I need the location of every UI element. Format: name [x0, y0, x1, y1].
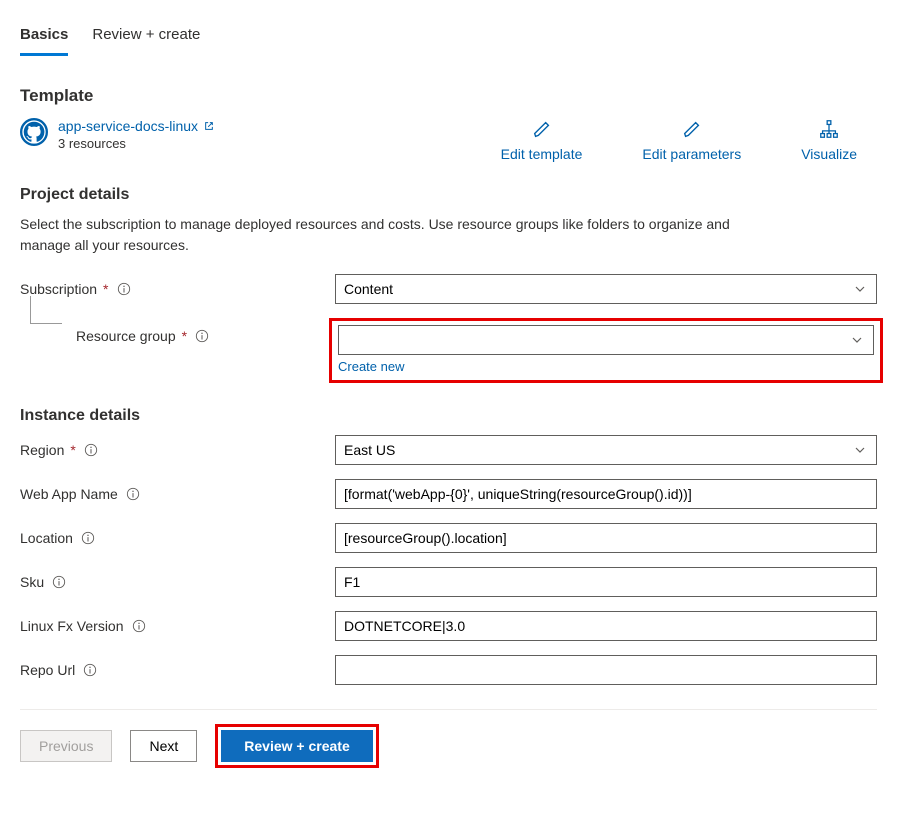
template-link-text: app-service-docs-linux	[58, 118, 198, 134]
pencil-icon	[681, 118, 703, 140]
visualize-button[interactable]: Visualize	[801, 118, 857, 162]
webapp-label: Web App Name	[20, 486, 118, 502]
info-icon[interactable]	[83, 663, 97, 677]
tab-basics[interactable]: Basics	[20, 20, 68, 56]
github-icon	[20, 118, 48, 146]
pencil-icon	[531, 118, 553, 140]
linux-label: Linux Fx Version	[20, 618, 124, 634]
template-link[interactable]: app-service-docs-linux	[58, 118, 214, 134]
info-icon[interactable]	[195, 329, 209, 343]
subscription-label: Subscription	[20, 281, 97, 297]
tree-connector	[30, 296, 62, 324]
resource-group-select[interactable]	[338, 325, 874, 355]
repo-input[interactable]	[335, 655, 877, 685]
review-create-button[interactable]: Review + create	[221, 730, 372, 762]
region-row: Region * East US	[20, 435, 877, 465]
subscription-row: Subscription * Content	[20, 274, 877, 304]
repo-row: Repo Url	[20, 655, 877, 685]
info-icon[interactable]	[84, 443, 98, 457]
project-details-desc: Select the subscription to manage deploy…	[20, 214, 780, 256]
instance-details-heading: Instance details	[20, 407, 877, 425]
required-marker: *	[182, 328, 187, 344]
template-heading: Template	[20, 86, 877, 106]
tab-review-create[interactable]: Review + create	[92, 20, 200, 56]
sku-row: Sku	[20, 567, 877, 597]
webapp-row: Web App Name	[20, 479, 877, 509]
region-label: Region	[20, 442, 64, 458]
edit-parameters-button[interactable]: Edit parameters	[642, 118, 741, 162]
edit-template-label: Edit template	[501, 146, 583, 162]
resource-group-highlight: Create new	[329, 318, 883, 383]
repo-label: Repo Url	[20, 662, 75, 678]
info-icon[interactable]	[81, 531, 95, 545]
visualize-label: Visualize	[801, 146, 857, 162]
linux-row: Linux Fx Version	[20, 611, 877, 641]
info-icon[interactable]	[117, 282, 131, 296]
info-icon[interactable]	[52, 575, 66, 589]
sku-label: Sku	[20, 574, 44, 590]
external-link-icon	[204, 121, 214, 131]
location-input[interactable]	[335, 523, 877, 553]
next-button[interactable]: Next	[130, 730, 197, 762]
resource-group-label: Resource group	[76, 328, 176, 344]
footer-bar: Previous Next Review + create	[20, 709, 877, 768]
required-marker: *	[70, 442, 75, 458]
region-select[interactable]: East US	[335, 435, 877, 465]
location-row: Location	[20, 523, 877, 553]
hierarchy-icon	[818, 118, 840, 140]
webapp-input[interactable]	[335, 479, 877, 509]
tab-bar: Basics Review + create	[20, 0, 877, 56]
template-resources: 3 resources	[58, 136, 214, 151]
linux-input[interactable]	[335, 611, 877, 641]
resource-group-row: Resource group * Create new	[20, 318, 877, 383]
sku-input[interactable]	[335, 567, 877, 597]
edit-parameters-label: Edit parameters	[642, 146, 741, 162]
template-row: app-service-docs-linux 3 resources Edit …	[20, 118, 877, 162]
edit-template-button[interactable]: Edit template	[501, 118, 583, 162]
subscription-select[interactable]: Content	[335, 274, 877, 304]
project-details-heading: Project details	[20, 186, 877, 204]
required-marker: *	[103, 281, 108, 297]
location-label: Location	[20, 530, 73, 546]
create-new-link[interactable]: Create new	[338, 359, 404, 374]
review-highlight: Review + create	[215, 724, 378, 768]
previous-button: Previous	[20, 730, 112, 762]
info-icon[interactable]	[132, 619, 146, 633]
info-icon[interactable]	[126, 487, 140, 501]
